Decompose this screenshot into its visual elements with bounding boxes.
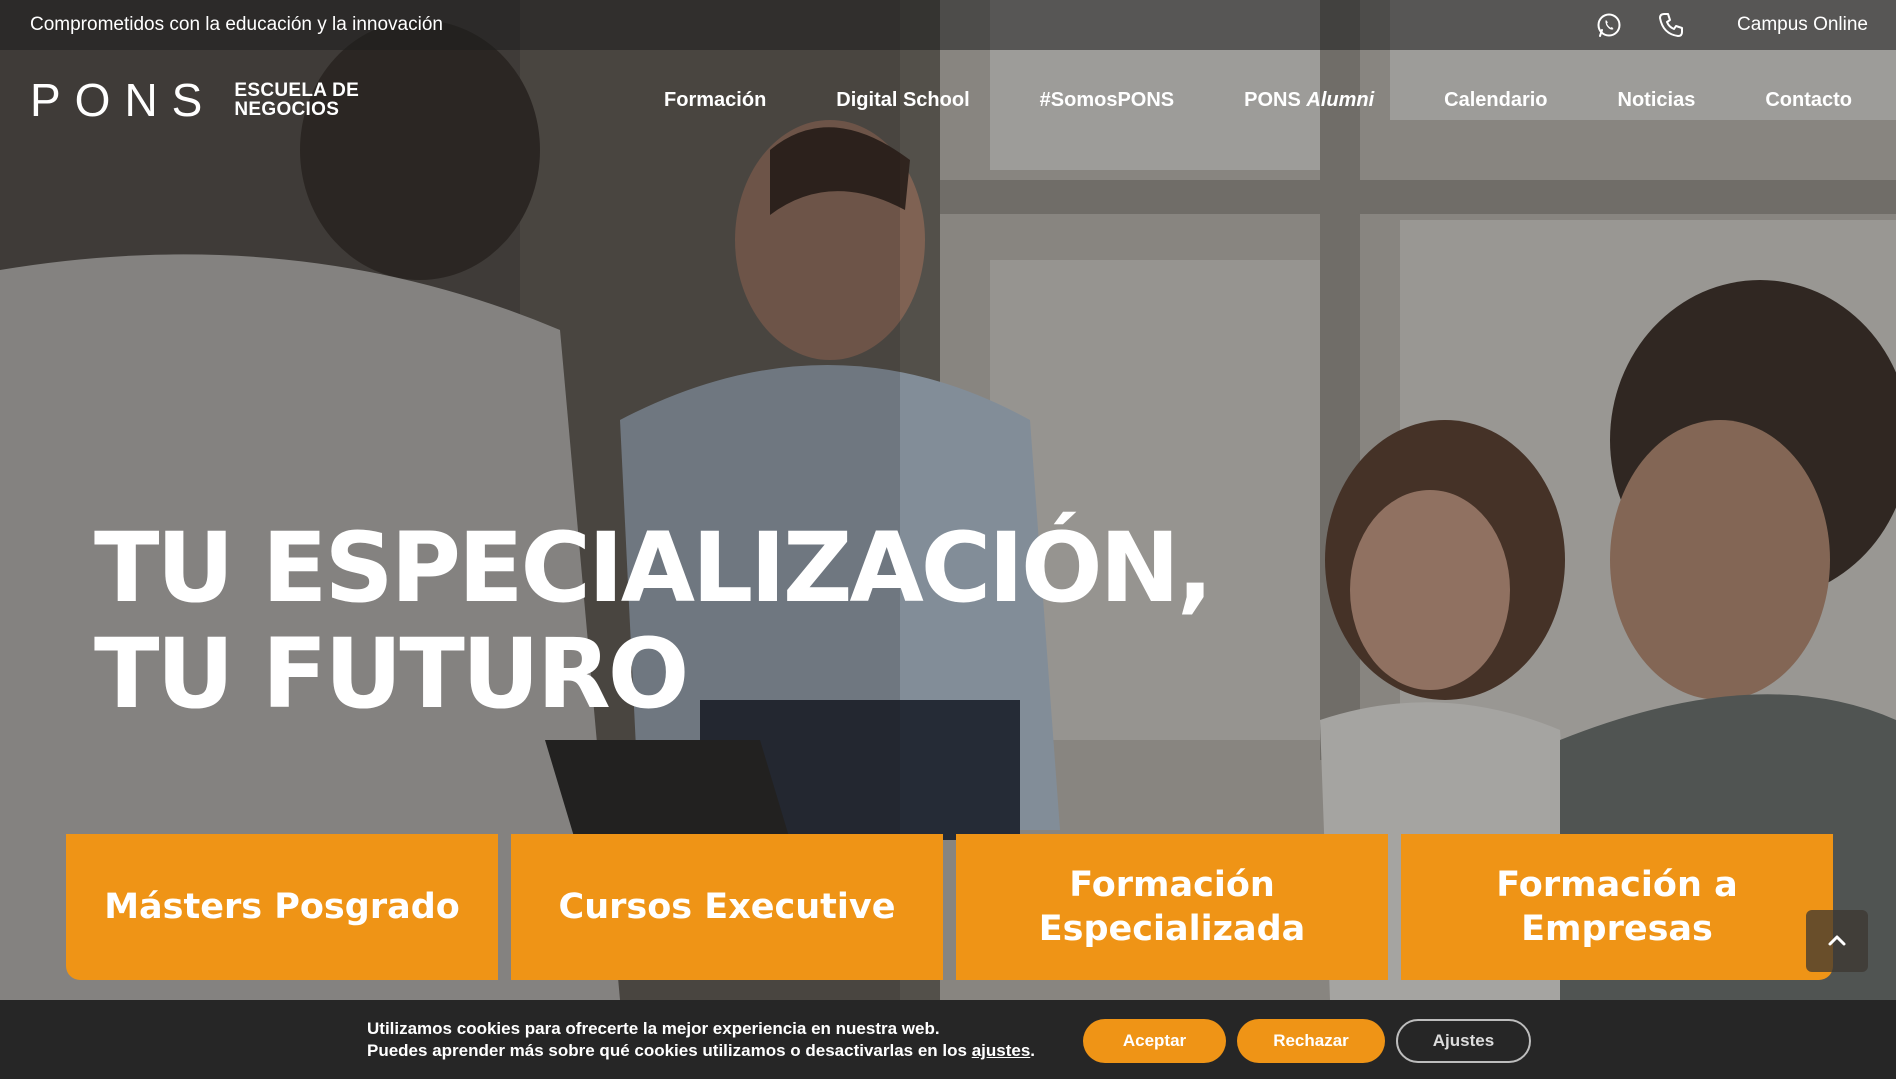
nav-item-digital-school[interactable]: Digital School bbox=[836, 89, 969, 112]
card-formacion-especializada-line1: Formación bbox=[1069, 865, 1275, 905]
scroll-top-button[interactable] bbox=[1806, 910, 1868, 972]
logo-sub-line2: NEGOCIOS bbox=[234, 99, 340, 120]
nav-item-calendario[interactable]: Calendario bbox=[1444, 89, 1547, 112]
cookie-bar: Utilizamos cookies para ofrecerte la mej… bbox=[0, 1000, 1896, 1079]
nav-item-pons-alumni[interactable]: PONS Alumni bbox=[1244, 89, 1374, 112]
tagline: Comprometidos con la educación y la inno… bbox=[30, 14, 443, 35]
campus-online-link[interactable]: Campus Online bbox=[1737, 14, 1868, 36]
hero-headline-line1: TU ESPECIALIZACIÓN, bbox=[94, 512, 1213, 624]
cookie-message-suffix: . bbox=[1030, 1041, 1036, 1060]
cookie-message-prefix: Puedes aprender más sobre qué cookies ut… bbox=[367, 1041, 972, 1060]
reject-cookies-button[interactable]: Rechazar bbox=[1237, 1019, 1385, 1063]
nav-item-noticias[interactable]: Noticias bbox=[1618, 89, 1696, 112]
hero-headline: TU ESPECIALIZACIÓN, TU FUTURO bbox=[94, 512, 1213, 730]
card-cursos-executive-line1: Cursos Executive bbox=[558, 887, 896, 927]
cookie-buttons: Aceptar Rechazar Ajustes bbox=[1083, 1019, 1531, 1063]
top-bar: Comprometidos con la educación y la inno… bbox=[0, 0, 1896, 50]
logo-sub-line1: ESCUELA DE bbox=[234, 80, 360, 101]
main-header: PONS ESCUELA DE NEGOCIOS Formación Digit… bbox=[0, 50, 1896, 150]
card-cursos-executive[interactable]: Cursos Executive bbox=[511, 834, 943, 980]
nav-item-pons-alumni-italic: Alumni bbox=[1306, 88, 1375, 111]
logo[interactable]: PONS ESCUELA DE NEGOCIOS bbox=[30, 77, 359, 123]
card-masters-posgrado-line1: Másters Posgrado bbox=[104, 887, 460, 927]
card-formacion-empresas-line2: Empresas bbox=[1521, 909, 1713, 949]
top-bar-actions: Campus Online bbox=[1595, 11, 1868, 39]
cookie-settings-button[interactable]: Ajustes bbox=[1396, 1019, 1531, 1063]
nav-item-contacto[interactable]: Contacto bbox=[1765, 89, 1852, 112]
phone-icon[interactable] bbox=[1657, 11, 1685, 39]
cookie-message-line2: Puedes aprender más sobre qué cookies ut… bbox=[367, 1040, 1035, 1062]
chevron-up-icon bbox=[1828, 935, 1846, 946]
main-nav: Formación Digital School #SomosPONS PONS… bbox=[594, 89, 1852, 112]
cookie-message: Utilizamos cookies para ofrecerte la mej… bbox=[367, 1018, 1035, 1062]
logo-pons: PONS bbox=[30, 74, 217, 126]
cookie-message-line1: Utilizamos cookies para ofrecerte la mej… bbox=[367, 1019, 940, 1038]
logo-subtitle: ESCUELA DE NEGOCIOS bbox=[234, 81, 359, 119]
hero-headline-line2: TU FUTURO bbox=[94, 618, 689, 730]
card-masters-posgrado[interactable]: Másters Posgrado bbox=[66, 834, 498, 980]
nav-item-pons-alumni-label: PONS bbox=[1244, 88, 1301, 111]
card-formacion-empresas-line1: Formación a bbox=[1496, 865, 1738, 905]
cookie-settings-link[interactable]: ajustes bbox=[972, 1041, 1031, 1060]
nav-item-somospons[interactable]: #SomosPONS bbox=[1040, 89, 1174, 112]
card-formacion-especializada[interactable]: Formación Especializada bbox=[956, 834, 1388, 980]
program-cards: Másters Posgrado Cursos Executive Formac… bbox=[66, 834, 1833, 980]
accept-cookies-button[interactable]: Aceptar bbox=[1083, 1019, 1226, 1063]
card-formacion-empresas[interactable]: Formación a Empresas bbox=[1401, 834, 1833, 980]
nav-item-formacion[interactable]: Formación bbox=[664, 89, 766, 112]
whatsapp-icon[interactable] bbox=[1595, 11, 1623, 39]
card-formacion-especializada-line2: Especializada bbox=[1038, 909, 1306, 949]
